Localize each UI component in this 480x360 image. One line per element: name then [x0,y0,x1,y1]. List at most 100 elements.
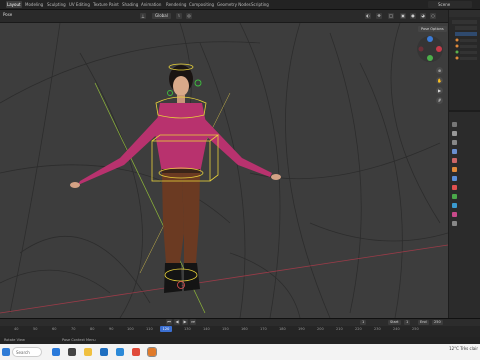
overlays-icon[interactable]: ◯ [388,13,394,19]
material-properties-icon[interactable] [452,212,457,217]
character-right-leg [182,173,200,263]
weather-widget[interactable]: 12°C Très clair [449,346,478,351]
character-left-leg [162,173,184,263]
frame-tick: 220 [355,327,362,331]
character-left-hand [70,182,80,188]
character-right-boot [184,263,200,291]
zoom-icon[interactable]: ⊕ [436,67,443,74]
tab-sculpting[interactable]: Sculpting [46,1,67,8]
search-placeholder: Search [16,350,30,355]
taskbar-search-input[interactable]: Search [12,347,42,357]
outliner-tree [449,10,480,60]
frame-tick: 150 [222,327,229,331]
tool-properties-icon[interactable] [452,122,457,127]
file-explorer-icon[interactable] [84,348,92,356]
tab-texture-paint[interactable]: Texture Paint [92,1,120,8]
camera-view-icon[interactable]: ▶ [436,87,443,94]
pose-options-button[interactable]: Pose Options [418,26,447,32]
bone-properties-icon[interactable] [452,203,457,208]
transform-orientation-dropdown[interactable]: Global [152,13,171,19]
tab-uv-editing[interactable]: UV Editing [68,1,91,8]
frame-tick: 240 [393,327,400,331]
status-rotate-view: Rotate View [4,338,25,342]
tab-geometry-nodes[interactable]: Geometry Nodes [216,1,252,8]
shading-solid-icon[interactable]: ● [410,13,416,19]
gizmo-icon[interactable]: ✥ [376,13,382,19]
task-view-icon[interactable] [68,348,76,356]
frame-tick: 70 [71,327,76,331]
playhead[interactable]: 120 [160,326,172,332]
tab-layout[interactable]: Layout [6,1,22,8]
edge-browser-icon[interactable] [52,348,60,356]
snap-icon[interactable]: ⌇ [176,13,182,19]
xray-icon[interactable]: ▣ [400,13,406,19]
render-properties-icon[interactable] [452,131,457,136]
character-face [173,76,189,96]
perspective-grid-icon[interactable]: # [436,97,443,104]
tab-compositing[interactable]: Compositing [188,1,215,8]
frame-tick: 90 [109,327,114,331]
character-right-hand [271,174,281,180]
end-label: End [418,320,429,325]
blender-app-icon[interactable] [147,347,157,357]
character-right-arm [196,115,272,177]
store-icon[interactable] [116,348,124,356]
frame-tick: 130 [184,327,191,331]
start-menu-icon[interactable] [2,348,10,356]
frame-tick: 140 [203,327,210,331]
scene-properties-icon[interactable] [452,149,457,154]
tab-rendering[interactable]: Rendering [165,1,187,8]
frame-tick: 160 [241,327,248,331]
current-frame-field[interactable]: 1 [360,320,367,325]
chrome-icon[interactable] [132,348,140,356]
status-context-menu: Pose Context Menu [62,338,96,342]
ik-target-neck [167,90,173,96]
interaction-mode[interactable]: Pose [3,12,12,17]
tab-shading[interactable]: Shading [121,1,139,8]
shading-rendered-icon[interactable]: ○ [430,13,436,19]
workspace-tabs-bar: Layout Modeling Sculpting UV Editing Tex… [0,0,480,10]
play-reverse-icon[interactable]: ◀ [174,319,180,325]
status-bar: Rotate View Pose Context Menu [0,337,480,344]
navigation-gizmo[interactable] [416,35,444,63]
frame-tick: 210 [336,327,343,331]
start-frame-field[interactable]: 1 [404,320,411,325]
jump-start-icon[interactable]: ⏮ [166,319,172,325]
frame-tick: 250 [412,327,419,331]
tab-scripting[interactable]: Scripting [250,1,270,8]
background-curves [0,23,448,318]
frame-tick: 180 [279,327,286,331]
transform-pivot-icon[interactable]: ⟂ [140,13,146,19]
frame-tick: 40 [14,327,19,331]
tab-animation[interactable]: Animation [140,1,162,8]
frame-tick: 230 [374,327,381,331]
frame-tick: 60 [52,327,57,331]
shading-material-icon[interactable]: ◕ [420,13,426,19]
physics-properties-icon[interactable] [452,185,457,190]
outliner-panel[interactable] [449,10,480,110]
object-properties-icon[interactable] [452,167,457,172]
frame-tick: 170 [260,327,267,331]
frame-tick: 100 [127,327,134,331]
frame-tick: 190 [298,327,305,331]
data-properties-icon[interactable] [452,194,457,199]
texture-properties-icon[interactable] [452,221,457,226]
viewport-scene [0,23,448,318]
scene-selector[interactable]: Scene [428,1,472,8]
modifier-properties-icon[interactable] [452,176,457,181]
end-frame-field[interactable]: 250 [432,320,443,325]
x-axis-line [0,244,448,314]
ik-target-head [194,79,202,87]
proportional-edit-icon[interactable]: ◎ [186,13,192,19]
3d-viewport[interactable]: Pose Options ⊕ ✋ ▶ # [0,23,448,318]
pan-hand-icon[interactable]: ✋ [436,77,443,84]
frame-ruler[interactable]: 40 50 60 70 80 90 100 110 130 140 150 16… [0,326,448,336]
tab-modeling[interactable]: Modeling [24,1,44,8]
play-icon[interactable]: ▶ [182,319,188,325]
viewport-header: Pose ⟂ Global ⌇ ◎ ◐ ✥ ◯ ▣ ● ◕ ○ [0,10,448,23]
world-properties-icon[interactable] [452,158,457,163]
mail-icon[interactable] [100,348,108,356]
visibility-icon[interactable]: ◐ [365,13,371,19]
output-properties-icon[interactable] [452,140,457,145]
jump-end-icon[interactable]: ⏭ [190,319,196,325]
